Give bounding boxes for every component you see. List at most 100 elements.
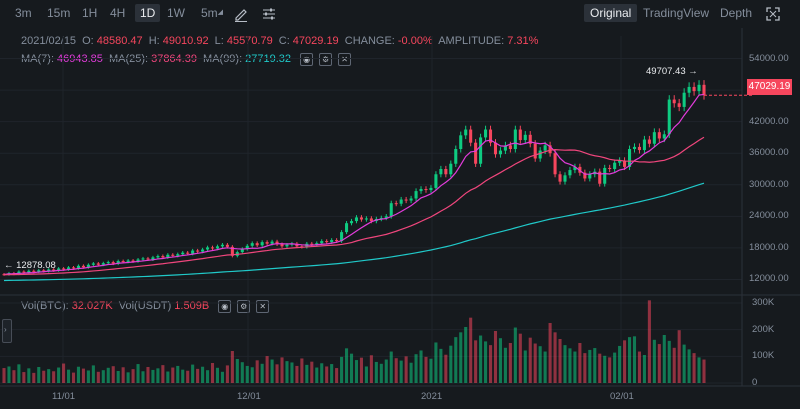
volume-bar — [488, 345, 493, 383]
volume-bar — [17, 364, 21, 383]
volume-bar — [285, 361, 289, 383]
volume-bar — [399, 360, 403, 383]
ma-visibility-eye-icon[interactable]: ◉ — [300, 53, 314, 66]
ma-settings-icon[interactable]: ⚙ — [319, 53, 333, 66]
settings-sliders-icon[interactable] — [261, 4, 277, 22]
volume-bar — [573, 351, 577, 383]
candle-body — [464, 129, 468, 136]
candle-body — [454, 149, 458, 164]
vol-usdt-label: Vol(USDT) — [118, 300, 172, 313]
volume-bar — [533, 343, 537, 383]
interval-1w[interactable]: 1W — [167, 4, 185, 22]
candle-body — [295, 243, 299, 247]
candle-body — [399, 199, 403, 204]
candle-body — [657, 132, 661, 139]
view-tradingview-tab[interactable]: TradingView — [643, 4, 709, 22]
volume-bar — [71, 372, 76, 383]
candle-body — [702, 84, 706, 96]
volume-bar — [265, 356, 269, 383]
volume-bar — [469, 317, 473, 383]
candle-body — [57, 268, 61, 271]
candle-body — [340, 232, 344, 242]
view-original-tab[interactable]: Original — [584, 4, 638, 22]
candle-body — [335, 240, 339, 242]
volume-bar — [131, 369, 135, 383]
amplitude-label: AMPLITUDE: — [438, 35, 505, 47]
interval-3m[interactable]: 3m — [15, 4, 32, 22]
arrow-left-icon: ← — [4, 260, 14, 271]
candle-body — [642, 139, 646, 151]
candle-body — [578, 166, 582, 173]
volume-bar — [598, 353, 602, 383]
more-intervals-dropdown[interactable]: 5m◢ — [201, 4, 223, 22]
candle-body — [484, 129, 488, 138]
volume-bar — [702, 359, 706, 383]
pane-resize-handle[interactable]: › — [2, 319, 12, 343]
candle-body — [677, 103, 681, 107]
vol-settings-icon[interactable]: ⚙ — [237, 300, 251, 313]
volume-bar — [62, 363, 66, 383]
candle-body — [548, 145, 552, 154]
volume-bar — [345, 348, 349, 383]
candle-body — [608, 167, 612, 169]
volume-bar — [518, 333, 522, 383]
volume-bar — [81, 368, 85, 383]
ma-close-icon[interactable]: ✕ — [338, 53, 352, 66]
candle-body — [166, 254, 170, 258]
candle-body — [583, 172, 587, 179]
candle-body — [662, 134, 666, 139]
volume-axis-label: 100K — [752, 350, 775, 362]
volume-bar — [121, 367, 125, 383]
candle-body — [230, 246, 234, 256]
volume-bar — [409, 362, 413, 383]
candle-body — [434, 174, 438, 188]
view-depth-tab[interactable]: Depth — [720, 4, 752, 22]
volume-bar — [240, 362, 244, 383]
volume-bar — [563, 345, 567, 383]
volume-bar — [657, 344, 661, 383]
volume-bar — [538, 346, 542, 383]
draw-pencil-icon[interactable] — [233, 4, 249, 22]
interval-1d[interactable]: 1D — [135, 4, 161, 22]
candle-body — [126, 260, 130, 262]
price-axis-label: 18000.00 — [749, 241, 789, 253]
candle-body — [106, 262, 110, 264]
interval-4h[interactable]: 4H — [110, 4, 125, 22]
candle-body — [27, 270, 31, 273]
interval-1h[interactable]: 1H — [82, 4, 97, 22]
volume-bar — [255, 360, 259, 383]
volume-bar — [146, 367, 150, 383]
volume-bar — [618, 345, 622, 383]
candle-body — [474, 142, 478, 164]
vol-close-icon[interactable]: ✕ — [256, 300, 270, 313]
volume-bar — [86, 370, 90, 383]
candle-body — [121, 261, 125, 263]
volume-bar — [439, 348, 443, 383]
volume-axis-label: 300K — [752, 297, 775, 308]
time-axis-label: 02/01 — [610, 391, 634, 402]
candle-body — [568, 170, 572, 176]
volume-bar — [558, 339, 562, 383]
candle-body — [493, 142, 498, 155]
volume-bar — [369, 355, 373, 383]
candle-body — [424, 188, 428, 191]
volume-bar — [513, 327, 517, 383]
candle-body — [618, 160, 622, 163]
candle-body — [220, 244, 224, 247]
amplitude-value: 7.31% — [507, 35, 539, 47]
candle-body — [235, 252, 239, 256]
vol-visibility-eye-icon[interactable]: ◉ — [218, 300, 232, 313]
volume-bar — [652, 339, 656, 383]
volume-bar — [176, 365, 180, 383]
volume-bar — [642, 355, 646, 383]
candle-body — [206, 247, 210, 250]
volume-bar — [250, 367, 254, 383]
candle-body — [310, 243, 314, 245]
close-label: C: — [278, 35, 290, 47]
volume-bar — [464, 327, 468, 383]
fullscreen-icon[interactable] — [765, 4, 781, 22]
price-axis-label: 24000.00 — [749, 210, 789, 222]
candle-body — [250, 243, 254, 246]
volume-bar — [210, 363, 215, 383]
interval-15m[interactable]: 15m — [47, 4, 70, 22]
